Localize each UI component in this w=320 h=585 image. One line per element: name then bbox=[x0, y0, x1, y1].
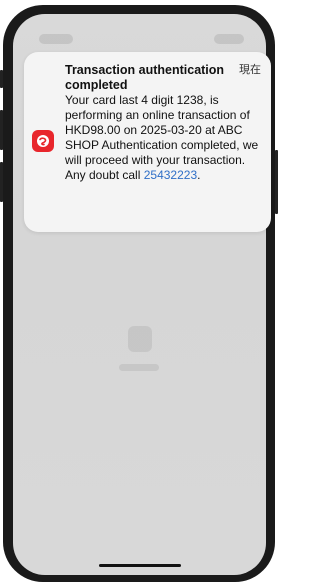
bank-app-icon bbox=[32, 130, 54, 152]
blurred-status-bar bbox=[13, 34, 266, 48]
silent-switch bbox=[0, 70, 3, 88]
blurred-flashlight-icon bbox=[128, 326, 152, 352]
notification-title: Transaction authentication completed bbox=[65, 63, 225, 92]
home-indicator[interactable] bbox=[99, 564, 181, 567]
notification-banner[interactable]: Transaction authentication completed 現在 … bbox=[24, 52, 271, 232]
blurred-time bbox=[39, 34, 73, 44]
blurred-status-icons bbox=[214, 34, 244, 44]
volume-up-button bbox=[0, 110, 3, 150]
blurred-label bbox=[119, 364, 159, 371]
volume-down-button bbox=[0, 162, 3, 202]
notification-body: Your card last 4 digit 1238, is performi… bbox=[65, 93, 265, 183]
notification-body-end: . bbox=[197, 168, 201, 182]
power-button bbox=[275, 150, 278, 214]
notification-time: 現在 bbox=[239, 64, 261, 76]
phone-number-link[interactable]: 25432223 bbox=[144, 168, 197, 182]
phone-device: Transaction authentication completed 現在 … bbox=[0, 0, 280, 585]
